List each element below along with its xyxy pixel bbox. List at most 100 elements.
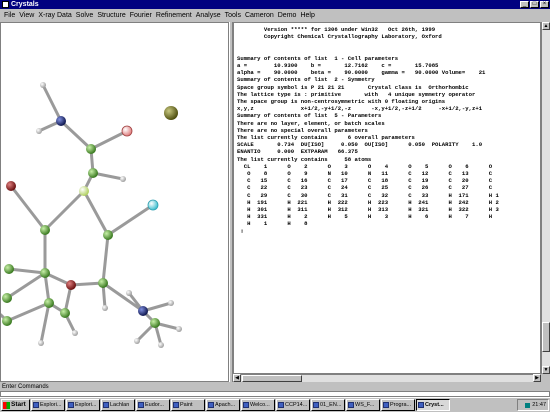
menu-cameron[interactable]: Cameron <box>243 10 276 21</box>
vertical-scroll-thumb[interactable] <box>542 322 550 352</box>
hydrogen-atom[interactable] <box>158 342 164 348</box>
taskbar-item-label: Apach... <box>215 402 236 408</box>
window-title: Crystals <box>11 1 39 8</box>
menu-solve[interactable]: Solve <box>74 10 96 21</box>
carbon-atom[interactable] <box>60 308 70 318</box>
vertical-scrollbar[interactable]: ▲ ▼ <box>541 22 550 374</box>
explorer-icon <box>68 402 74 408</box>
hydrogen-atom[interactable] <box>40 82 46 88</box>
scroll-right-icon[interactable]: ▶ <box>533 374 541 382</box>
carbon-atom[interactable] <box>98 278 108 288</box>
output-line: CL 1 O 2 O 3 O 4 O 5 O 6 O <box>237 162 493 170</box>
taskbar-item[interactable]: Apach... <box>206 399 240 411</box>
menu-tools[interactable]: Tools <box>223 10 243 21</box>
carbon-atom[interactable] <box>86 144 96 154</box>
menu-bar: File View X-ray Data Solve Structure Fou… <box>0 10 550 21</box>
scroll-left-icon[interactable]: ◀ <box>233 374 241 382</box>
hydrogen-atom[interactable] <box>120 176 126 182</box>
hydrogen-atom[interactable] <box>38 340 44 346</box>
output-line: H 331 H 2 H 5 H 3 H 6 H 7 H <box>237 213 493 221</box>
hydrogen-atom[interactable] <box>102 305 108 311</box>
taskbar-item[interactable]: CCP14... <box>276 399 310 411</box>
output-line: alpha = 90.0000 beta = 90.0000 gamma = 9… <box>237 69 486 77</box>
molecule-view[interactable] <box>0 22 229 382</box>
hydrogen-atom[interactable] <box>134 338 140 344</box>
carbon-atom[interactable] <box>103 230 113 240</box>
scroll-up-icon[interactable]: ▲ <box>542 22 550 30</box>
hydrogen-atom[interactable] <box>176 326 182 332</box>
carbon-atom[interactable] <box>2 316 12 326</box>
menu-xray-data[interactable]: X-ray Data <box>36 10 73 21</box>
output-line: SCALE 0.734 DU[ISO] 0.050 OU[ISO] 0.050 … <box>237 141 483 149</box>
taskbar-item-label: Paint <box>180 402 193 408</box>
taskbar-item[interactable]: Explori... <box>31 399 65 411</box>
menu-analyse[interactable]: Analyse <box>194 10 223 21</box>
taskbar-item-label: Progra... <box>390 402 412 408</box>
oxygen-atom[interactable] <box>6 181 16 191</box>
nitrogen-atom[interactable] <box>56 116 66 126</box>
menu-fourier[interactable]: Fourier <box>128 10 154 21</box>
app-icon <box>2 1 9 8</box>
chlorine-atom[interactable] <box>164 106 178 120</box>
carbon-atom[interactable] <box>2 293 12 303</box>
scroll-down-icon[interactable]: ▼ <box>542 366 550 374</box>
taskbar-item[interactable]: 01_EN... <box>311 399 345 411</box>
hydrogen-atom[interactable] <box>126 290 132 296</box>
taskbar-item[interactable]: Welco... <box>241 399 275 411</box>
ftp-icon <box>348 402 354 408</box>
oxygen-atom[interactable] <box>66 280 76 290</box>
carbon-atom[interactable] <box>150 318 160 328</box>
close-button[interactable]: × <box>540 1 549 8</box>
oxygen-atom[interactable] <box>121 125 133 137</box>
taskbar-item[interactable]: Paint <box>171 399 205 411</box>
menu-file[interactable]: File <box>2 10 17 21</box>
carbon-atom[interactable] <box>40 225 50 235</box>
minimize-button[interactable]: _ <box>520 1 529 8</box>
taskbar-item-label: CCP14... <box>285 402 308 408</box>
carbon-atom[interactable] <box>44 298 54 308</box>
taskbar-item-label: Cryst... <box>425 402 444 408</box>
nitrogen-atom[interactable] <box>138 306 148 316</box>
system-tray: 21:47 <box>517 399 549 411</box>
output-line: C 15 C 16 C 17 C 18 C 19 C 20 C <box>237 177 493 185</box>
output-line: Summary of contents of list 1 - Cell par… <box>237 54 399 62</box>
taskbar-item[interactable]: Lachlan <box>101 399 135 411</box>
taskbar-item-label: Welco... <box>250 402 270 408</box>
command-label: Enter Commands <box>0 383 550 391</box>
document-icon <box>313 402 319 408</box>
tray-icon[interactable] <box>525 402 531 408</box>
horizontal-scroll-thumb[interactable] <box>242 375 302 382</box>
taskbar-item[interactable]: WS_F... <box>346 399 380 411</box>
carbon-atom[interactable] <box>4 264 14 274</box>
carbon-atom[interactable] <box>88 168 98 178</box>
taskbar-item-active[interactable]: Cryst... <box>416 399 450 411</box>
carbon-atom[interactable] <box>40 268 50 278</box>
menu-help[interactable]: Help <box>298 10 316 21</box>
output-line: H 301 H 311 H 312 H 313 H 321 H 322 H 3 <box>237 206 499 214</box>
taskbar-item-label: 01_EN... <box>320 402 342 408</box>
taskbar-item[interactable]: Explori... <box>66 399 100 411</box>
hydrogen-atom[interactable] <box>168 300 174 306</box>
output-line: ENANTIO 0.000 EXTPARAM 66.375 <box>237 148 358 156</box>
horizontal-scrollbar[interactable]: ◀ ▶ <box>233 374 541 382</box>
hydrogen-atom[interactable] <box>72 330 78 336</box>
maximize-button[interactable]: □ <box>530 1 539 8</box>
menu-refinement[interactable]: Refinement <box>154 10 194 21</box>
hydrogen-atom[interactable] <box>36 128 42 134</box>
oxygen-atom[interactable] <box>147 199 159 211</box>
output-text-pane[interactable]: Version ***** for 1306 under Win32 Oct 2… <box>233 22 541 374</box>
output-line: Copyright Chemical Crystallography Labor… <box>237 33 442 41</box>
paint-icon <box>173 402 179 408</box>
oxygen-atom[interactable] <box>79 186 89 196</box>
molecule-model[interactable] <box>1 23 229 382</box>
menu-view[interactable]: View <box>17 10 36 21</box>
output-line: a = 10.9300 b = 12.7162 c = 15.7085 <box>237 62 439 70</box>
taskbar-item[interactable]: Eudor... <box>136 399 170 411</box>
taskbar-item[interactable]: Progra... <box>381 399 415 411</box>
output-line: ! <box>237 227 244 235</box>
menu-structure[interactable]: Structure <box>95 10 127 21</box>
start-button[interactable]: Start <box>1 399 30 411</box>
clock[interactable]: 21:47 <box>532 400 546 410</box>
menu-demo[interactable]: Demo <box>276 10 299 21</box>
output-line: C 22 C 23 C 24 C 25 C 26 C 27 C <box>237 184 493 192</box>
